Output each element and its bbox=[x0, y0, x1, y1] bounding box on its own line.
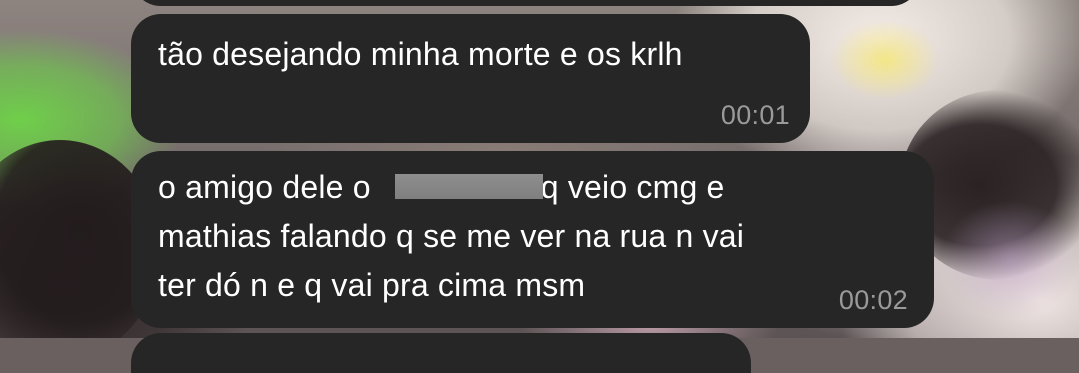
message-text-line: mathias falando q se me ver na rua n vai bbox=[158, 218, 745, 254]
redaction-block bbox=[395, 174, 543, 199]
message-text-segment: o amigo dele o bbox=[158, 169, 371, 205]
message-timestamp: 00:01 bbox=[720, 100, 790, 130]
wallpaper-shape bbox=[940, 200, 1079, 320]
message-text: tão desejando minha morte e os krlh bbox=[158, 36, 683, 72]
previous-message-bubble[interactable] bbox=[131, 0, 921, 6]
message-timestamp: 00:02 bbox=[838, 285, 908, 315]
message-bubble[interactable]: tão desejando minha morte e os krlh 00:0… bbox=[131, 14, 810, 143]
message-text-segment: oq veio cmg e bbox=[522, 169, 725, 205]
message-text-line: ter dó n e q vai pra cima msm bbox=[158, 267, 586, 303]
next-message-bubble[interactable] bbox=[131, 333, 751, 373]
wallpaper-shape bbox=[830, 20, 940, 100]
message-bubble[interactable]: o amigo dele o oq veio cmg e mathias fala… bbox=[131, 151, 934, 328]
